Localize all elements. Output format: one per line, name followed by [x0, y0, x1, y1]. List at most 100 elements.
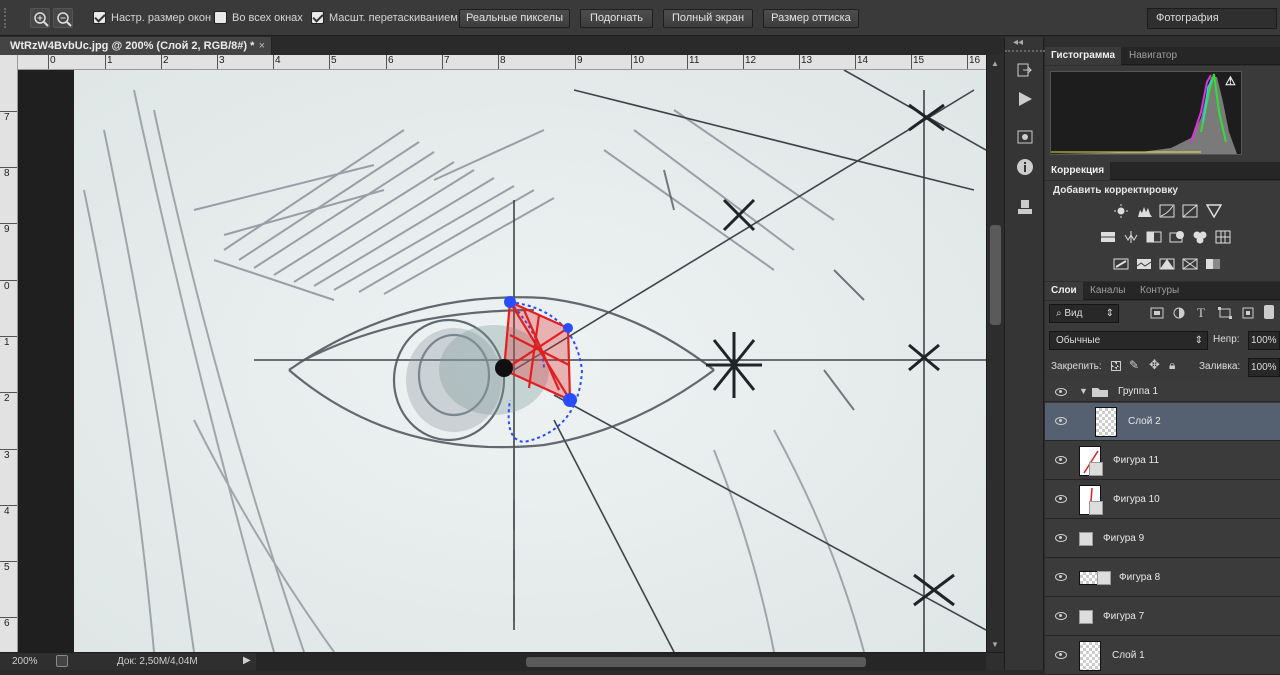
add-adjustment-label: Добавить корректировку	[1053, 185, 1178, 196]
layer-row[interactable]: Фигура 7	[1045, 598, 1280, 636]
blend-mode-select[interactable]: Обычные ⇕	[1049, 331, 1208, 350]
opacity-label: Непр:	[1213, 334, 1240, 345]
horizontal-scrollbar[interactable]	[256, 653, 986, 671]
filter-shape-icon[interactable]	[1218, 307, 1232, 319]
ruler-h-label: 0	[50, 55, 56, 66]
cache-warning-icon[interactable]: ⚠	[1225, 74, 1236, 88]
photo-filter-icon[interactable]	[1169, 230, 1185, 244]
sketch-artwork	[74, 70, 986, 652]
tab-channels[interactable]: Каналы	[1084, 282, 1132, 300]
all-windows-checkbox[interactable]	[214, 11, 227, 24]
ruler-h-label: 6	[388, 55, 394, 66]
fit-screen-button[interactable]: Подогнать	[580, 9, 653, 28]
scroll-up-icon[interactable]: ▲	[991, 59, 999, 68]
filter-smart-object-icon[interactable]	[1241, 307, 1255, 319]
zoom-out-button[interactable]	[53, 8, 73, 28]
tab-histogram[interactable]: Гистограмма	[1045, 47, 1122, 65]
posterize-icon[interactable]	[1136, 257, 1152, 271]
lock-position-icon[interactable]: ✥	[1149, 357, 1160, 373]
print-size-button[interactable]: Размер оттиска	[763, 9, 859, 28]
status-expand-icon[interactable]: ▶	[243, 655, 251, 666]
visibility-eye-icon[interactable]	[1055, 456, 1067, 464]
resize-windows-checkbox[interactable]	[93, 11, 106, 24]
status-menu-icon[interactable]	[56, 655, 68, 667]
layer-name: Фигура 11	[1113, 455, 1160, 466]
ruler-h-label: 11	[689, 55, 700, 66]
vertical-scrollbar[interactable]: ▲ ▼	[986, 55, 1004, 652]
threshold-icon[interactable]	[1159, 257, 1175, 271]
visibility-eye-icon[interactable]	[1055, 612, 1067, 620]
actions-play-icon[interactable]	[1015, 89, 1035, 109]
layer-name: Фигура 7	[1103, 611, 1145, 622]
layer-filter-select[interactable]: ⌕ Вид ⇕	[1049, 304, 1119, 323]
expand-arrow-icon[interactable]: ▼	[1079, 386, 1088, 396]
vibrance-adjust-icon[interactable]	[1206, 204, 1222, 218]
zoom-in-button[interactable]	[30, 8, 50, 28]
lock-transparency-icon[interactable]	[1111, 361, 1121, 371]
fill-screen-button[interactable]: Полный экран	[663, 9, 753, 28]
lock-all-icon[interactable]: 🔒︎	[1169, 358, 1175, 373]
filter-pixel-icon[interactable]	[1150, 307, 1164, 319]
visibility-eye-icon[interactable]	[1055, 417, 1067, 425]
color-lookup-icon[interactable]	[1215, 230, 1231, 244]
layer-row[interactable]: ▼ Группа 1	[1045, 382, 1280, 402]
color-balance-icon[interactable]	[1123, 230, 1139, 244]
layers-panel: ⌕ Вид ⇕ T Обычные ⇕ Непр: 100% Закрепить: …	[1045, 301, 1280, 675]
visibility-eye-icon[interactable]	[1055, 495, 1067, 503]
brightness-adjust-icon[interactable]	[1113, 204, 1129, 218]
lock-pixels-icon[interactable]: ✎	[1129, 358, 1139, 372]
layer-row[interactable]: Фигура 10	[1045, 481, 1280, 519]
gradient-map-icon[interactable]	[1182, 257, 1198, 271]
ruler-h-label: 1	[107, 55, 113, 66]
ruler-v-label: 5	[4, 562, 10, 573]
filter-adjustment-icon[interactable]	[1172, 307, 1186, 319]
clone-source-icon[interactable]	[1015, 197, 1035, 217]
horizontal-scroll-thumb[interactable]	[526, 657, 866, 667]
vertical-scroll-thumb[interactable]	[990, 225, 1001, 325]
blend-mode-value: Обычные	[1056, 335, 1101, 346]
history-icon[interactable]	[1015, 61, 1035, 81]
visibility-eye-icon[interactable]	[1055, 651, 1067, 659]
layer-name: Фигура 8	[1119, 572, 1161, 583]
layer-row[interactable]: Фигура 9	[1045, 520, 1280, 558]
vertical-ruler[interactable]: 7 8 9 0 1 2 3 4 5 6	[0, 55, 18, 652]
filter-toggle-icon[interactable]	[1264, 305, 1274, 319]
opacity-input[interactable]: 100%	[1248, 331, 1280, 350]
visibility-eye-icon[interactable]	[1055, 388, 1067, 396]
tab-navigator[interactable]: Навигатор	[1123, 47, 1183, 65]
tab-paths[interactable]: Контуры	[1134, 282, 1185, 300]
exposure-adjust-icon[interactable]	[1182, 204, 1198, 218]
document-tab[interactable]: WtRzW4BvbUc.jpg @ 200% (Слой 2, RGB/8#) …	[0, 37, 272, 55]
horizontal-ruler[interactable]: 0 1 2 3 4 5 6 7 8 9 10 11 12 13 14 15 16	[18, 55, 986, 70]
info-icon[interactable]	[1015, 157, 1035, 177]
layer-row-selected[interactable]: Слой 2	[1045, 403, 1280, 441]
collapse-panels-icon[interactable]: ◂◂	[1013, 37, 1037, 49]
document-canvas[interactable]	[74, 70, 986, 652]
black-white-icon[interactable]	[1146, 230, 1162, 244]
scrubby-zoom-checkbox[interactable]	[311, 11, 324, 24]
workspace-switcher[interactable]: Фотография	[1147, 8, 1277, 29]
correction-tabs: Коррекция	[1045, 162, 1280, 180]
tab-correction[interactable]: Коррекция	[1045, 162, 1111, 180]
curves-adjust-icon[interactable]	[1159, 204, 1175, 218]
layer-row[interactable]: Фигура 8	[1045, 559, 1280, 597]
ruler-h-label: 13	[801, 55, 813, 66]
fill-input[interactable]: 100%	[1248, 358, 1280, 377]
actual-pixels-button[interactable]: Реальные пикселы	[459, 9, 570, 28]
layer-row[interactable]: Фигура 11	[1045, 442, 1280, 480]
zoom-level[interactable]: 200%	[12, 656, 38, 667]
levels-adjust-icon[interactable]	[1137, 204, 1153, 218]
close-tab-icon[interactable]: ×	[259, 37, 265, 55]
invert-icon[interactable]	[1113, 257, 1129, 271]
brush-presets-icon[interactable]	[1015, 127, 1035, 147]
visibility-eye-icon[interactable]	[1055, 573, 1067, 581]
tab-layers[interactable]: Слои	[1045, 282, 1083, 300]
layers-tabs: Слои Каналы Контуры	[1045, 282, 1280, 300]
selective-color-icon[interactable]	[1205, 257, 1221, 271]
scroll-down-icon[interactable]: ▼	[991, 640, 999, 649]
filter-type-icon[interactable]: T	[1197, 305, 1205, 321]
visibility-eye-icon[interactable]	[1055, 534, 1067, 542]
channel-mixer-icon[interactable]	[1192, 230, 1208, 244]
hue-saturation-icon[interactable]	[1100, 230, 1116, 244]
layer-row[interactable]: Слой 1	[1045, 637, 1280, 675]
